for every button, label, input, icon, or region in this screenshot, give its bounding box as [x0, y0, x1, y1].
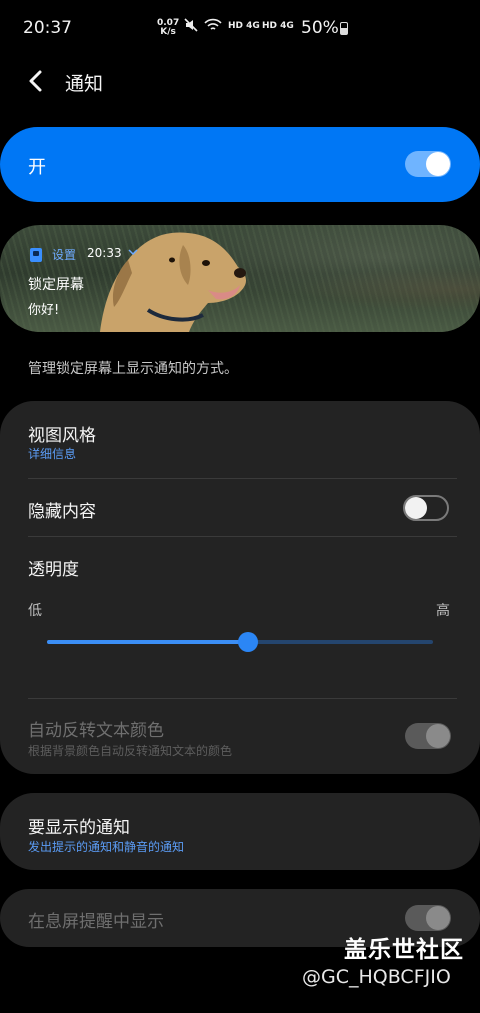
toggle-knob: [426, 906, 450, 930]
section-description: 管理锁定屏幕上显示通知的方式。: [28, 361, 238, 377]
hide-content-toggle[interactable]: [403, 495, 449, 521]
auto-invert-title: 自动反转文本颜色: [28, 721, 164, 741]
toggle-knob: [426, 152, 450, 176]
signal-2-icon: HD 4G: [262, 21, 294, 31]
notifications-to-show-value: 发出提示的通知和静音的通知: [28, 840, 185, 854]
dog-wallpaper-image: [100, 232, 246, 332]
notifications-to-show-row[interactable]: 要显示的通知 发出提示的通知和静音的通知: [0, 793, 480, 870]
chevron-down-icon: [128, 246, 138, 259]
notifications-to-show-title: 要显示的通知: [28, 818, 130, 838]
transparency-slider[interactable]: [47, 632, 433, 652]
page-title: 通知: [65, 73, 104, 95]
slider-thumb[interactable]: [237, 632, 258, 652]
transparency-title: 透明度: [28, 560, 79, 580]
chevron-left-icon: [29, 70, 42, 92]
auto-invert-toggle: [405, 723, 451, 749]
toggle-knob: [426, 724, 450, 748]
master-toggle[interactable]: [405, 151, 451, 177]
wifi-icon: [204, 17, 222, 36]
watermark-handle: @GC_HQBCFJIO: [302, 966, 451, 988]
app-header: 通知: [0, 58, 480, 104]
transparency-high-label: 高: [436, 603, 450, 619]
notification-body: 你好!: [28, 303, 60, 318]
divider: [28, 536, 457, 537]
auto-invert-subtitle: 根据背景颜色自动反转通知文本的颜色: [28, 744, 233, 758]
lockscreen-settings-card: 视图风格 详细信息 隐藏内容 透明度 低 高 自动反转文本颜色 根据背景颜色自动…: [0, 401, 480, 774]
mute-icon: [183, 17, 199, 36]
hide-content-title: 隐藏内容: [28, 502, 96, 522]
transparency-low-label: 低: [28, 603, 42, 619]
toggle-knob: [405, 497, 427, 519]
view-style-title: 视图风格: [28, 426, 96, 446]
battery-icon: [340, 22, 348, 35]
status-bar: 20:37 0.07 K/s HD 4G HD 4G 50%: [0, 0, 480, 58]
view-style-row[interactable]: 视图风格 详细信息: [0, 401, 480, 477]
signal-1-icon: HD 4G: [228, 21, 260, 31]
view-style-value: 详细信息: [28, 447, 77, 461]
notification-time: 20:33: [87, 246, 122, 260]
battery-percent: 50%: [301, 18, 339, 38]
status-time: 20:37: [23, 18, 72, 38]
back-button[interactable]: [22, 66, 52, 96]
slider-fill: [47, 640, 248, 644]
auto-invert-row: 自动反转文本颜色 根据背景颜色自动反转通知文本的颜色: [0, 699, 480, 774]
aod-toggle: [405, 905, 451, 931]
aod-title: 在息屏提醒中显示: [28, 912, 164, 932]
watermark-title: 盖乐世社区: [344, 937, 464, 963]
hide-content-row[interactable]: 隐藏内容: [0, 479, 480, 536]
master-switch-bar[interactable]: 开: [0, 127, 480, 202]
notification-title: 锁定屏幕: [28, 277, 84, 293]
notification-app-name: 设置: [52, 248, 77, 262]
settings-app-icon: [30, 248, 42, 262]
master-switch-label: 开: [28, 157, 46, 178]
network-speed: 0.07 K/s: [157, 18, 180, 37]
